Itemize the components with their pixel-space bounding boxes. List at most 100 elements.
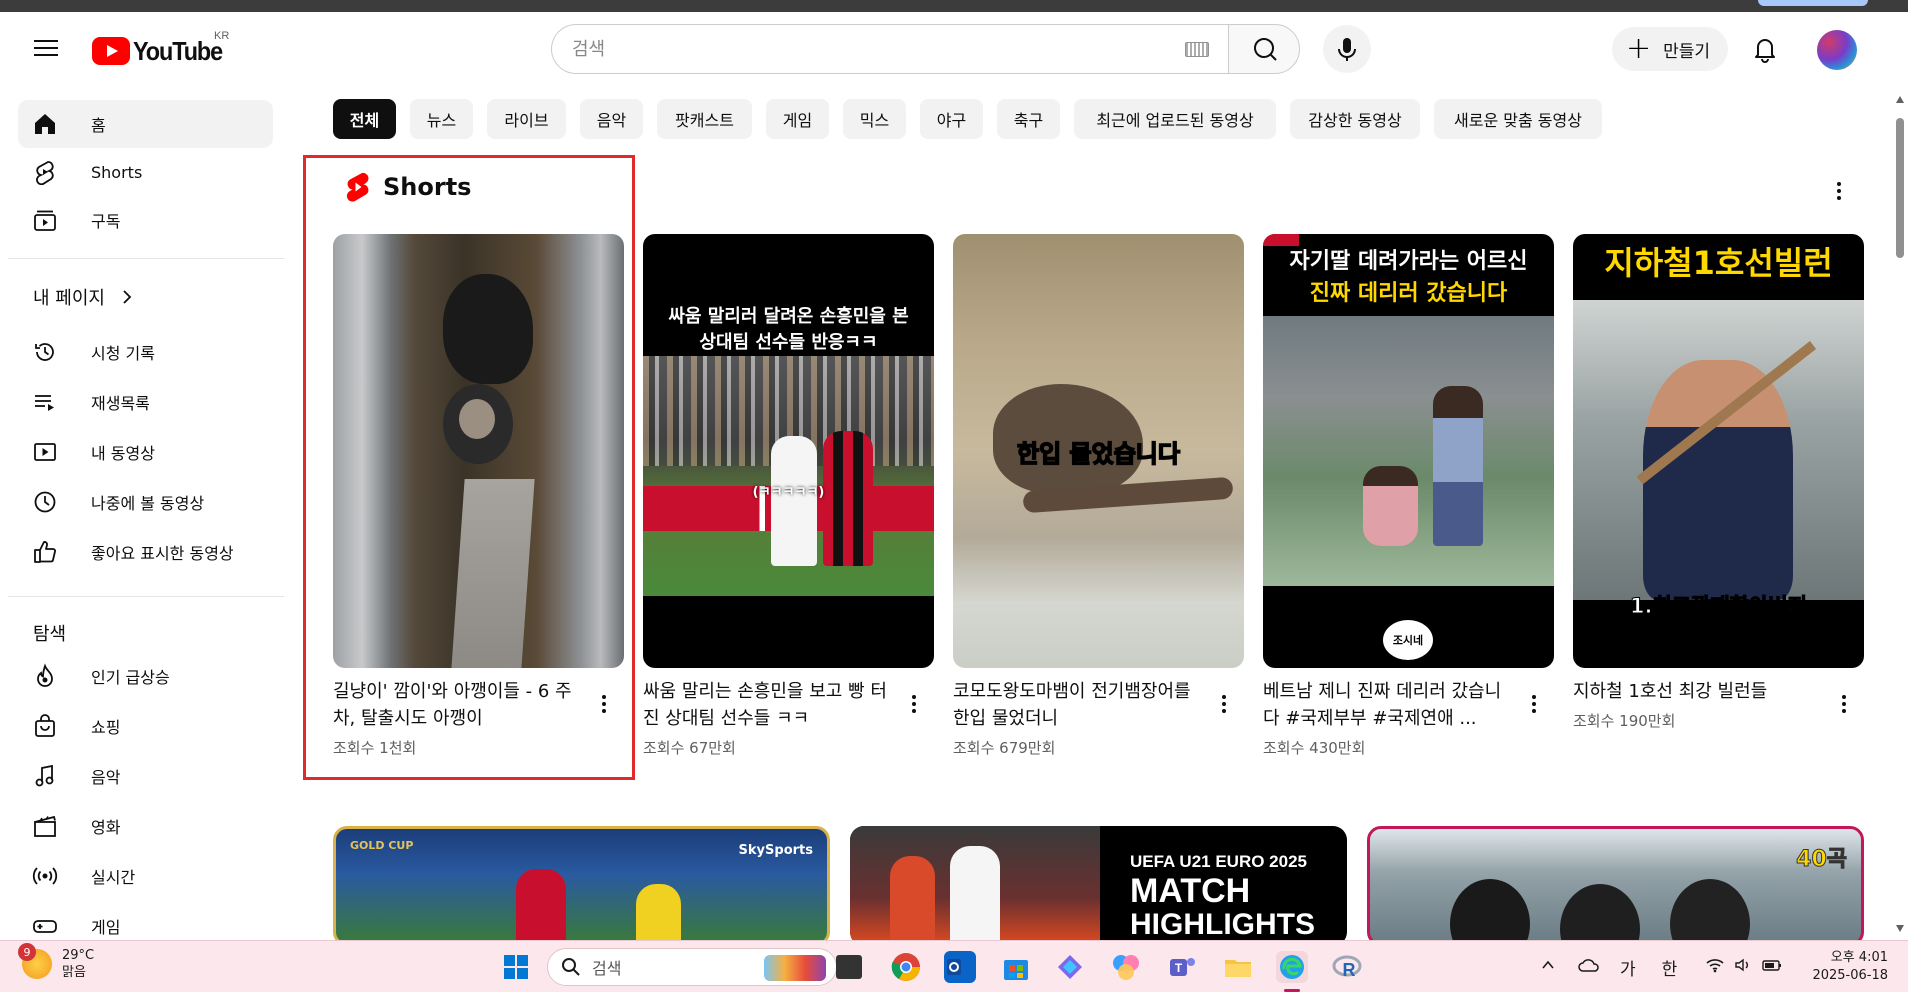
short-title[interactable]: 베트남 제니 진짜 데리러 갔습니다 #국제부부 #국제연애 ... (1263, 678, 1508, 732)
youtube-logo[interactable]: YouTube KR (92, 30, 232, 68)
chevron-up-icon[interactable] (1540, 957, 1556, 978)
short-card[interactable]: 자기딸 데려가라는 어르신 진짜 데리러 갔습니다 조시네 베트남 제니 진짜 … (1263, 234, 1554, 758)
onedrive-cloud-icon[interactable] (1578, 957, 1600, 978)
search-box (551, 24, 1228, 74)
chip-live[interactable]: 라이브 (487, 99, 566, 139)
keyboard-icon[interactable] (1185, 42, 1209, 57)
outlook-icon[interactable] (944, 951, 976, 983)
more-options-icon[interactable] (904, 689, 924, 719)
temperature: 29°C (62, 948, 95, 963)
sidebar-item-your-videos[interactable]: 내 동영상 (18, 428, 273, 476)
chip-podcasts[interactable]: 팟캐스트 (657, 99, 752, 139)
video-thumbnail[interactable]: 40곡 (1367, 826, 1864, 946)
chevron-right-icon (123, 290, 132, 304)
notifications-button[interactable] (1748, 32, 1782, 66)
scroll-down-arrow-icon[interactable] (1896, 925, 1904, 932)
avatar[interactable] (1817, 30, 1857, 70)
short-card[interactable]: 한입 물었습니다 코모도왕도마뱀이 전기뱀장어를 한입 물었더니 조회수 679… (953, 234, 1244, 758)
search-input[interactable] (572, 25, 1152, 73)
short-card[interactable]: 싸움 말리러 달려온 손흥민을 본 상대팀 선수들 반응ㅋㅋ (ㅋㅋㅋㅋㅋ) 싸… (643, 234, 934, 758)
teams-icon[interactable]: T (1166, 951, 1198, 983)
create-button[interactable]: + 만들기 (1612, 27, 1728, 71)
clock-date: 2025-06-18 (1812, 968, 1888, 983)
scrollbar[interactable] (1893, 88, 1908, 940)
sidebar-item-shopping[interactable]: 쇼핑 (18, 702, 273, 750)
chip-new-to-you[interactable]: 새로운 맞춤 동영상 (1434, 99, 1602, 139)
short-card[interactable]: 길냥이' 깜이'와 아깽이들 - 6 주차, 탈출시도 아깽이 조회수 1천회 (333, 234, 624, 758)
sidebar-item-live[interactable]: 실시간 (18, 852, 273, 900)
short-thumbnail[interactable]: 지하철1호선빌런 1.최고깡패할아버지 (1573, 234, 1864, 668)
channel-badge: 조시네 (1381, 618, 1435, 662)
voice-search-button[interactable] (1323, 25, 1371, 73)
weather-widget[interactable]: 9 29°C 맑음 (18, 943, 95, 981)
thumb-image-subway (1573, 300, 1864, 600)
thumb-image-stadium: (ㅋㅋㅋㅋㅋ) (643, 356, 934, 596)
task-view-icon[interactable] (836, 955, 862, 979)
store-icon[interactable] (1000, 951, 1032, 983)
sidebar-item-trending[interactable]: 인기 급상승 (18, 652, 273, 700)
gaming-icon (30, 911, 60, 940)
chip-soccer[interactable]: 축구 (997, 99, 1060, 139)
chip-all[interactable]: 전체 (333, 99, 396, 139)
chip-recently-uploaded[interactable]: 최근에 업로드된 동영상 (1074, 99, 1276, 139)
chip-baseball[interactable]: 야구 (920, 99, 983, 139)
more-options-icon[interactable] (1834, 689, 1854, 719)
copilot-icon[interactable] (1054, 951, 1086, 983)
plus-icon: + (1626, 31, 1652, 66)
wifi-icon[interactable] (1705, 957, 1725, 978)
sidebar-item-history[interactable]: 시청 기록 (18, 328, 273, 376)
sidebar-item-shorts[interactable]: Shorts (18, 148, 273, 196)
sidebar-item-liked-videos[interactable]: 좋아요 표시한 동영상 (18, 528, 273, 576)
copilot-app-icon[interactable] (1110, 951, 1142, 983)
short-title[interactable]: 싸움 말리는 손흥민을 보고 빵 터진 상대팀 선수들 ㅋㅋ (643, 678, 888, 732)
short-thumbnail[interactable] (333, 234, 624, 668)
shelf-more-icon[interactable] (1827, 176, 1851, 206)
ime-korean-mode[interactable]: 가 (1620, 955, 1636, 980)
start-button[interactable] (500, 951, 532, 983)
sidebar-item-subscriptions[interactable]: 구독 (18, 196, 273, 244)
more-options-icon[interactable] (1214, 689, 1234, 719)
short-thumbnail[interactable]: 싸움 말리러 달려온 손흥민을 본 상대팀 선수들 반응ㅋㅋ (ㅋㅋㅋㅋㅋ) (643, 234, 934, 668)
chip-gaming[interactable]: 게임 (766, 99, 829, 139)
chip-watched[interactable]: 감상한 동영상 (1290, 99, 1420, 139)
taskbar-search[interactable]: 검색 (547, 948, 837, 986)
sidebar-item-movies[interactable]: 영화 (18, 802, 273, 850)
sidebar-item-music[interactable]: 음악 (18, 752, 273, 800)
scroll-up-arrow-icon[interactable] (1896, 96, 1904, 103)
chip-mixes[interactable]: 믹스 (843, 99, 906, 139)
short-thumbnail[interactable]: 자기딸 데려가라는 어르신 진짜 데리러 갔습니다 조시네 (1263, 234, 1554, 668)
ime-hangul-toggle[interactable]: 한 (1662, 955, 1678, 980)
video-thumbnail[interactable]: GOLD CUP SkySports (333, 826, 830, 946)
video-thumbnail[interactable]: UEFA U21 EURO 2025 MATCH HIGHLIGHTS (850, 826, 1347, 946)
menu-icon[interactable] (30, 36, 62, 64)
you-section-title[interactable]: 내 페이지 (33, 284, 137, 310)
r-app-icon[interactable]: R (1332, 951, 1364, 983)
taskbar-clock[interactable]: 오후 4:01 2025-06-18 (1800, 949, 1888, 985)
browser-tab-indicator[interactable] (1758, 0, 1868, 6)
search-button[interactable] (1228, 24, 1300, 74)
sidebar-item-watch-later[interactable]: 나중에 볼 동영상 (18, 478, 273, 526)
scroll-thumb[interactable] (1896, 118, 1904, 258)
chrome-icon[interactable] (890, 951, 922, 983)
sidebar-item-playlists[interactable]: 재생목록 (18, 378, 273, 426)
chip-music[interactable]: 음악 (580, 99, 643, 139)
sidebar-item-label: 재생목록 (91, 394, 150, 413)
edge-icon[interactable] (1276, 951, 1308, 983)
more-options-icon[interactable] (594, 689, 614, 719)
sidebar-item-home[interactable]: 홈 (18, 100, 273, 148)
more-options-icon[interactable] (1524, 689, 1544, 719)
file-explorer-icon[interactable] (1222, 951, 1254, 983)
chip-news[interactable]: 뉴스 (410, 99, 473, 139)
short-title[interactable]: 지하철 1호선 최강 빌런들 (1573, 678, 1818, 705)
shorts-shelf-header: Shorts (345, 172, 471, 202)
volume-icon[interactable] (1733, 957, 1753, 978)
short-card[interactable]: 지하철1호선빌런 1.최고깡패할아버지 지하철 1호선 최강 빌런들 조회수 1… (1573, 234, 1864, 731)
sidebar-item-gaming[interactable]: 게임 (18, 902, 273, 940)
thumb-line: HIGHLIGHTS (1130, 908, 1315, 941)
cat-shape (443, 274, 533, 384)
short-thumbnail[interactable]: 한입 물었습니다 (953, 234, 1244, 668)
create-label: 만들기 (1663, 41, 1711, 62)
short-title[interactable]: 길냥이' 깜이'와 아깽이들 - 6 주차, 탈출시도 아깽이 (333, 678, 578, 732)
battery-icon[interactable] (1761, 957, 1783, 978)
short-title[interactable]: 코모도왕도마뱀이 전기뱀장어를 한입 물었더니 (953, 678, 1198, 732)
